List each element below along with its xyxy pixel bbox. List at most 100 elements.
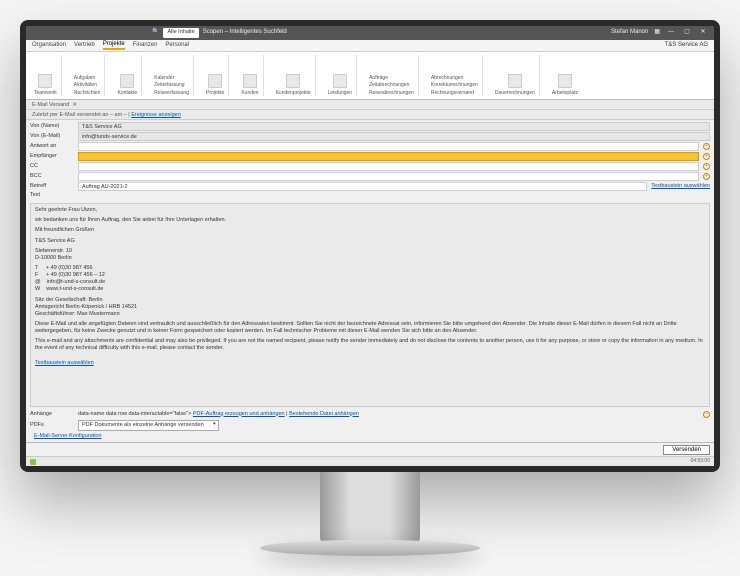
- label-from-name: Von (Name): [30, 123, 74, 130]
- ribbon-group-leistungen[interactable]: Leistungen: [324, 55, 357, 96]
- grid-icon[interactable]: ▦: [654, 29, 660, 37]
- tab-projekte[interactable]: Projekte: [103, 41, 125, 51]
- teamwork-icon: [38, 74, 52, 88]
- monitor-bezel: 🔍 Alle Inhalte Scopen – Intelligentes Su…: [20, 20, 720, 472]
- reply-to-field[interactable]: [78, 142, 699, 151]
- disclaimer-en: This e-mail and any attachments are conf…: [35, 338, 705, 352]
- arbeitsplatz-icon: [558, 74, 572, 88]
- attach-generate-pdf-link[interactable]: PDF-Auftrag erzeugen und anhängen: [193, 411, 285, 417]
- mail-body[interactable]: Sehr geehrte Frau Utzen, wir bedanken un…: [30, 203, 710, 406]
- label-pdfs: PDFs: [30, 422, 74, 429]
- label-subject: Betreff: [30, 183, 74, 190]
- ribbon-item[interactable]: Reiseerfassung: [154, 90, 189, 97]
- sig-city: D-10000 Berlin: [35, 255, 705, 262]
- ribbon-item[interactable]: Abrechnungen: [431, 75, 464, 82]
- ribbon-label: Leistungen: [328, 90, 352, 97]
- mail-header-form: Von (Name) T&S Service AG Von (E-Mail) i…: [26, 120, 714, 201]
- subject-field[interactable]: Auftrag AU-2021-2: [78, 182, 647, 191]
- sig-fax: F + 49 (0)30 987 456 – 12: [35, 272, 705, 279]
- ribbon-item[interactable]: Zeiterfassung: [154, 82, 184, 89]
- ribbon-group-kunden[interactable]: Kunden: [237, 55, 263, 96]
- dauerrechnungen-icon: [508, 74, 522, 88]
- ribbon-label: Dauerrechnungen: [495, 90, 535, 97]
- tab-personal[interactable]: Personal: [165, 42, 189, 50]
- ribbon-group-teamwork[interactable]: Teamwork: [30, 55, 62, 96]
- attach-clear-icon[interactable]: –: [703, 411, 710, 418]
- add-to-icon[interactable]: +: [703, 153, 710, 160]
- label-attachments: Anhänge: [30, 411, 74, 418]
- minimize-button[interactable]: —: [666, 29, 676, 37]
- ribbon-item[interactable]: Aktivitäten: [74, 82, 97, 89]
- search-scope[interactable]: Alle Inhalte: [163, 28, 198, 37]
- ribbon-label: Teamwork: [34, 90, 57, 97]
- tab-label[interactable]: E-Mail Versand: [32, 102, 69, 108]
- ribbon-label: Kunden: [241, 90, 258, 97]
- sig-company: T&S Service AG: [35, 238, 705, 245]
- tab-finanzen[interactable]: Finanzen: [133, 42, 158, 50]
- events-link[interactable]: Ereignisse anzeigen: [131, 112, 181, 118]
- status-indicator-icon: [30, 459, 36, 465]
- status-time: 04:59:00: [691, 458, 710, 465]
- close-button[interactable]: ✕: [698, 29, 708, 37]
- sig-legal1: Sitz der Gesellschaft: Berlin: [35, 297, 705, 304]
- sig-street: Siebenerstr. 10: [35, 248, 705, 255]
- app-title: Scopen – Intelligentes Suchfeld: [203, 29, 287, 37]
- cc-field[interactable]: [78, 162, 699, 171]
- context-info: Zuletzt per E-Mail versendet an – am – |…: [26, 110, 714, 120]
- footer: Versenden: [26, 442, 714, 456]
- label-cc: CC: [30, 163, 74, 170]
- ribbon-label: Kontakte: [117, 90, 137, 97]
- ribbon-item[interactable]: Rechnungsversand: [431, 90, 474, 97]
- monitor-base: [260, 540, 480, 556]
- bcc-field[interactable]: [78, 172, 699, 181]
- status-bar: 04:59:00: [26, 456, 714, 466]
- pdf-mode-dropdown[interactable]: PDF Dokumente als einzelne Anhänge verse…: [78, 420, 219, 431]
- user-name[interactable]: Stefan Manon: [611, 29, 648, 37]
- ribbon-group-aufgaben[interactable]: Aufgaben Aktivitäten Nachrichten: [70, 55, 106, 96]
- ribbon-item[interactable]: Zeitabrechnungen: [369, 82, 409, 89]
- ribbon-group-kontakte[interactable]: Kontakte: [113, 55, 142, 96]
- ribbon-group-projekte[interactable]: Projekte: [202, 55, 229, 96]
- add-replyto-icon[interactable]: +: [703, 143, 710, 150]
- monitor-stand: [320, 472, 420, 542]
- ribbon-group-abrechnungen[interactable]: Abrechnungen Korrekturrechnungen Rechnun…: [427, 55, 483, 96]
- label-to: Empfänger: [30, 153, 74, 160]
- document-tab: E-Mail Versand ✕: [26, 100, 714, 110]
- label-bcc: BCC: [30, 173, 74, 180]
- monitor: 🔍 Alle Inhalte Scopen – Intelligentes Su…: [20, 20, 720, 556]
- ribbon-group-arbeitsplatz[interactable]: Arbeitsplatz: [548, 55, 582, 96]
- ribbon-label: Arbeitsplatz: [552, 90, 578, 97]
- ribbon-item[interactable]: Aufträge: [369, 75, 388, 82]
- ribbon-item[interactable]: Reiseabrechnungen: [369, 90, 414, 97]
- body-greeting: Sehr geehrte Frau Utzen,: [35, 207, 705, 214]
- from-name-field[interactable]: T&S Service AG: [78, 122, 710, 131]
- tab-organisation[interactable]: Organisation: [32, 42, 66, 50]
- textbaustein-link-top[interactable]: Textbaustein auswählen: [651, 183, 710, 190]
- ribbon-item[interactable]: Nachrichten: [74, 90, 101, 97]
- ribbon-item[interactable]: Aufgaben: [74, 75, 95, 82]
- ribbon-group-kalender[interactable]: Kalender Zeiterfassung Reiseerfassung: [150, 55, 194, 96]
- maximize-button[interactable]: ▢: [682, 29, 692, 37]
- sig-mail: @ info@t-und-s-consult.de: [35, 279, 705, 286]
- ribbon-item[interactable]: Kalender: [154, 75, 174, 82]
- ribbon-group-dauerrechnungen[interactable]: Dauerrechnungen: [491, 55, 540, 96]
- app-window: 🔍 Alle Inhalte Scopen – Intelligentes Su…: [26, 26, 714, 466]
- textbaustein-link-bottom[interactable]: Textbaustein auswählen: [35, 360, 94, 367]
- ribbon: Teamwork Aufgaben Aktivitäten Nachrichte…: [26, 52, 714, 100]
- attach-existing-file-link[interactable]: Bestehende Datei anhängen: [289, 411, 359, 417]
- to-field[interactable]: [78, 152, 699, 161]
- company-label: T&S Service AG: [665, 42, 708, 50]
- mailserver-config-link[interactable]: E-Mail-Server Konfiguration: [30, 433, 102, 439]
- projekte-icon: [208, 74, 222, 88]
- from-mail-field[interactable]: info@tunds-service.de: [78, 132, 710, 141]
- add-bcc-icon[interactable]: +: [703, 173, 710, 180]
- attachments-section: Anhänge data-name data row data-interact…: [26, 409, 714, 442]
- sig-legal3: Geschäftsführer: Max Mustermann: [35, 311, 705, 318]
- search-scope-icon[interactable]: 🔍: [152, 29, 159, 37]
- ribbon-item[interactable]: Korrekturrechnungen: [431, 82, 478, 89]
- send-button[interactable]: Versenden: [663, 445, 710, 455]
- tab-vertrieb[interactable]: Vertrieb: [74, 42, 95, 50]
- add-cc-icon[interactable]: +: [703, 163, 710, 170]
- ribbon-group-kundenprojekte[interactable]: Kundenprojekte: [272, 55, 316, 96]
- ribbon-group-auftraege[interactable]: Aufträge Zeitabrechnungen Reiseabrechnun…: [365, 55, 419, 96]
